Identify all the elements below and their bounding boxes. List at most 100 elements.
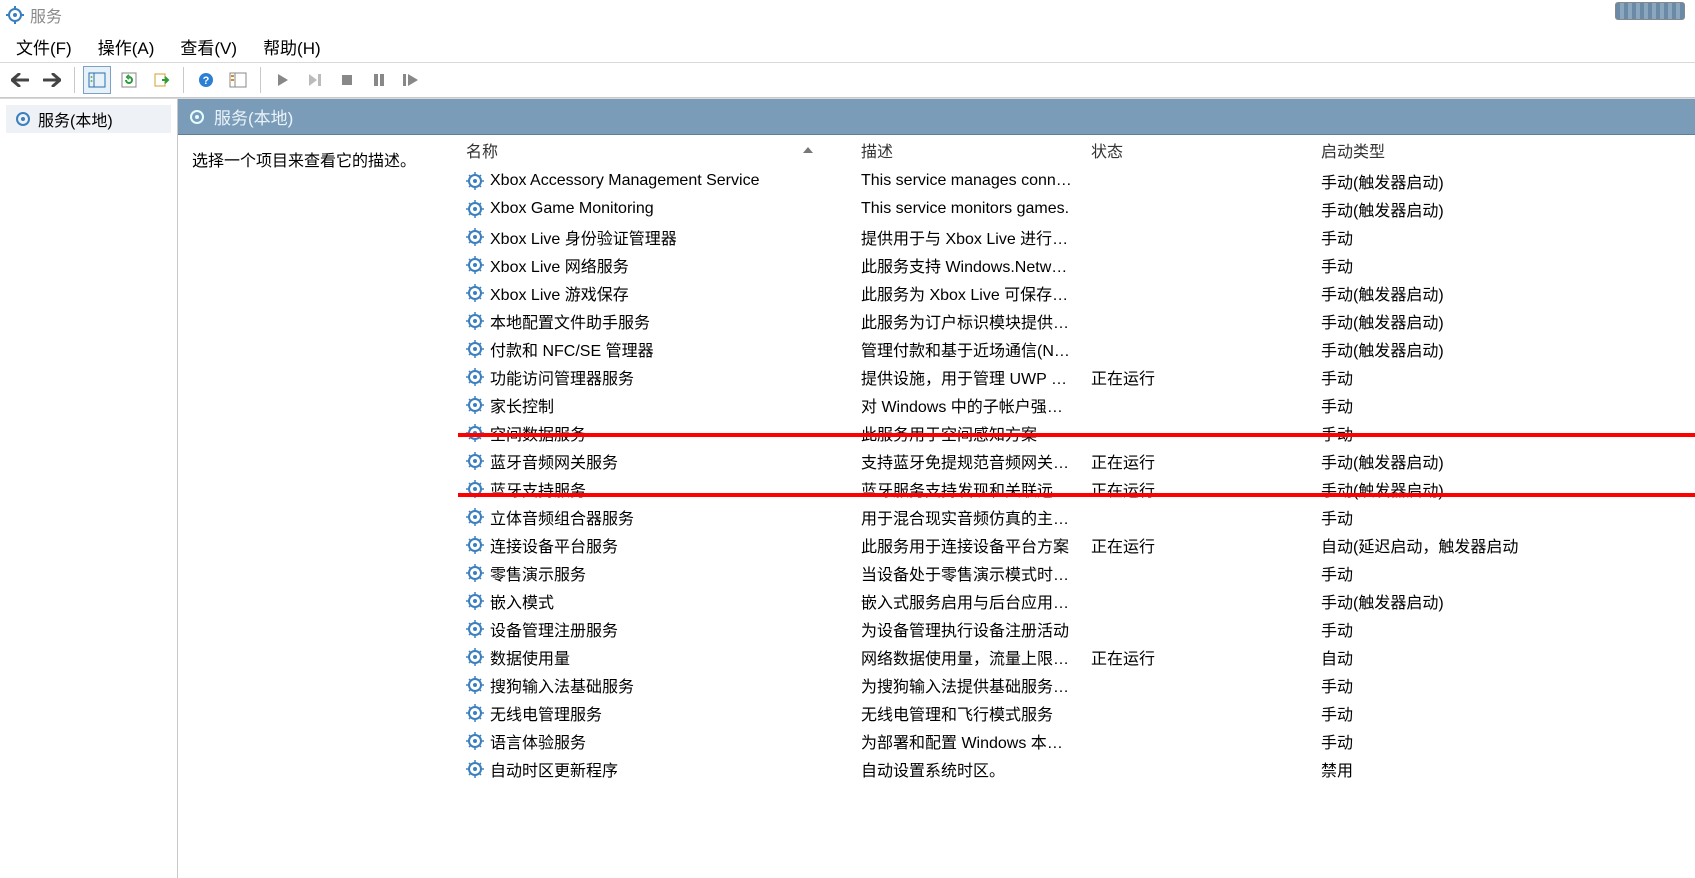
menu-action[interactable]: 操作(A) (94, 32, 159, 61)
service-startup: 手动 (1313, 253, 1695, 277)
service-desc: 此服务支持 Windows.Networ... (853, 253, 1083, 277)
properties-button[interactable] (224, 66, 252, 94)
service-row[interactable]: Xbox Live 游戏保存此服务为 Xbox Live 可保存游...手动(触… (458, 279, 1695, 307)
service-name: 无线电管理服务 (490, 701, 602, 725)
service-startup: 手动 (1313, 393, 1695, 417)
service-row[interactable]: 本地配置文件助手服务此服务为订户标识模块提供配...手动(触发器启动) (458, 307, 1695, 335)
list-header: 名称 描述 状态 启动类型 (458, 135, 1695, 165)
tree-panel: 服务(本地) (0, 99, 178, 878)
toolbar-separator (74, 67, 75, 93)
window-decor (1615, 2, 1685, 20)
service-desc: 无线电管理和飞行模式服务 (853, 701, 1083, 725)
service-row[interactable]: 搜狗输入法基础服务为搜狗输入法提供基础服务，...手动 (458, 671, 1695, 699)
step-service-button[interactable] (301, 66, 329, 94)
service-name: 连接设备平台服务 (490, 533, 618, 557)
service-startup: 自动(延迟启动，触发器启动 (1313, 533, 1695, 557)
service-desc: 自动设置系统时区。 (853, 757, 1083, 781)
menu-view[interactable]: 查看(V) (176, 32, 241, 61)
service-row[interactable]: 设备管理注册服务 为设备管理执行设备注册活动 手动 (458, 615, 1695, 643)
service-row[interactable]: 语言体验服务为部署和配置 Windows 本地...手动 (458, 727, 1695, 755)
service-desc: 此服务为 Xbox Live 可保存游... (853, 281, 1083, 305)
service-list[interactable]: 名称 描述 状态 启动类型 Xbox Accessory Management … (458, 135, 1695, 878)
service-startup: 手动 (1313, 505, 1695, 529)
service-desc: 为设备管理执行设备注册活动 (853, 617, 1083, 641)
service-name: 搜狗输入法基础服务 (490, 673, 634, 697)
service-row[interactable]: 功能访问管理器服务提供设施，用于管理 UWP 应...正在运行手动 (458, 363, 1695, 391)
service-name: Xbox Live 游戏保存 (490, 281, 629, 305)
column-name[interactable]: 名称 (458, 136, 853, 164)
service-status: 正在运行 (1083, 533, 1313, 557)
menu-help[interactable]: 帮助(H) (259, 32, 325, 61)
service-row[interactable]: Xbox Game Monitoring This service monitor… (458, 195, 1695, 223)
export-button[interactable] (147, 66, 175, 94)
service-row[interactable]: 零售演示服务当设备处于零售演示模式时，...手动 (458, 559, 1695, 587)
window-title: 服务 (30, 3, 62, 27)
service-desc: 蓝牙服务支持发现和关联远程... (853, 477, 1083, 501)
service-startup: 手动 (1313, 729, 1695, 753)
service-status: 正在运行 (1083, 449, 1313, 473)
service-gear-icon (466, 620, 484, 638)
service-desc: This service monitors games. (853, 200, 1083, 218)
service-row[interactable]: Xbox Live 身份验证管理器提供用于与 Xbox Live 进行交...手… (458, 223, 1695, 251)
service-startup: 自动 (1313, 645, 1695, 669)
service-row[interactable]: 付款和 NFC/SE 管理器管理付款和基于近场通信(NF...手动(触发器启动) (458, 335, 1695, 363)
service-desc: 提供用于与 Xbox Live 进行交... (853, 225, 1083, 249)
service-name: Xbox Game Monitoring (490, 200, 654, 218)
service-row[interactable]: 自动时区更新程序自动设置系统时区。禁用 (458, 755, 1695, 783)
service-gear-icon (466, 732, 484, 750)
service-name: 立体音频组合器服务 (490, 505, 634, 529)
service-row[interactable]: 数据使用量网络数据使用量，流量上限，...正在运行自动 (458, 643, 1695, 671)
service-name: 空间数据服务 (490, 421, 586, 445)
service-startup: 手动(触发器启动) (1313, 197, 1695, 221)
service-name: 设备管理注册服务 (490, 617, 618, 641)
service-row[interactable]: 立体音频组合器服务用于混合现实音频仿真的主机...手动 (458, 503, 1695, 531)
column-desc[interactable]: 描述 (853, 136, 1083, 164)
column-status[interactable]: 状态 (1083, 136, 1313, 164)
help-button[interactable]: ? (192, 66, 220, 94)
pause-service-button[interactable] (365, 66, 393, 94)
service-row[interactable]: Xbox Live 网络服务此服务支持 Windows.Networ...手动 (458, 251, 1695, 279)
service-gear-icon (466, 368, 484, 386)
service-gear-icon (6, 6, 24, 24)
service-row[interactable]: 蓝牙音频网关服务支持蓝牙免提规范音频网关角...正在运行手动(触发器启动) (458, 447, 1695, 475)
right-pane: 服务(本地) 选择一个项目来查看它的描述。 名称 描述 状态 启动类型 Xbox (178, 99, 1695, 878)
service-name: 家长控制 (490, 393, 554, 417)
service-row[interactable]: 空间数据服务此服务用于空间感知方案手动 (458, 419, 1695, 447)
service-startup: 手动 (1313, 617, 1695, 641)
service-desc: 对 Windows 中的子帐户强制... (853, 393, 1083, 417)
list-rows: Xbox Accessory Management ServiceThis se… (458, 165, 1695, 878)
service-name: 嵌入模式 (490, 589, 554, 613)
service-startup: 手动(触发器启动) (1313, 309, 1695, 333)
tree-node-services-local[interactable]: 服务(本地) (6, 105, 171, 133)
service-row[interactable]: 家长控制 对 Windows 中的子帐户强制... 手动 (458, 391, 1695, 419)
service-startup: 手动(触发器启动) (1313, 477, 1695, 501)
menu-file[interactable]: 文件(F) (12, 32, 76, 61)
column-startup[interactable]: 启动类型 (1313, 136, 1695, 164)
main-area: 服务(本地) 服务(本地) 选择一个项目来查看它的描述。 名称 描述 状态 (0, 98, 1695, 878)
service-startup: 手动(触发器启动) (1313, 337, 1695, 361)
service-row[interactable]: 蓝牙支持服务蓝牙服务支持发现和关联远程...正在运行手动(触发器启动) (458, 475, 1695, 503)
service-name: 付款和 NFC/SE 管理器 (490, 337, 654, 361)
show-tree-button[interactable] (83, 66, 111, 94)
service-gear-icon (466, 676, 484, 694)
nav-forward-button[interactable] (38, 66, 66, 94)
stop-service-button[interactable] (333, 66, 361, 94)
service-gear-icon (466, 312, 484, 330)
service-gear-icon (466, 228, 484, 246)
toolbar-separator (183, 67, 184, 93)
restart-service-button[interactable] (397, 66, 425, 94)
service-row[interactable]: 无线电管理服务 无线电管理和飞行模式服务 手动 (458, 699, 1695, 727)
toolbar: ? (0, 62, 1695, 98)
service-name: 数据使用量 (490, 645, 570, 669)
refresh-button[interactable] (115, 66, 143, 94)
service-startup: 手动 (1313, 701, 1695, 725)
service-row[interactable]: 连接设备平台服务此服务用于连接设备平台方案正在运行自动(延迟启动，触发器启动 (458, 531, 1695, 559)
detail-panel: 选择一个项目来查看它的描述。 (178, 135, 458, 878)
nav-back-button[interactable] (6, 66, 34, 94)
service-name: Xbox Live 身份验证管理器 (490, 225, 677, 249)
service-status: 正在运行 (1083, 645, 1313, 669)
service-row[interactable]: 嵌入模式嵌入式服务启用与后台应用程...手动(触发器启动) (458, 587, 1695, 615)
service-row[interactable]: Xbox Accessory Management ServiceThis se… (458, 167, 1695, 195)
service-gear-icon (466, 452, 484, 470)
start-service-button[interactable] (269, 66, 297, 94)
